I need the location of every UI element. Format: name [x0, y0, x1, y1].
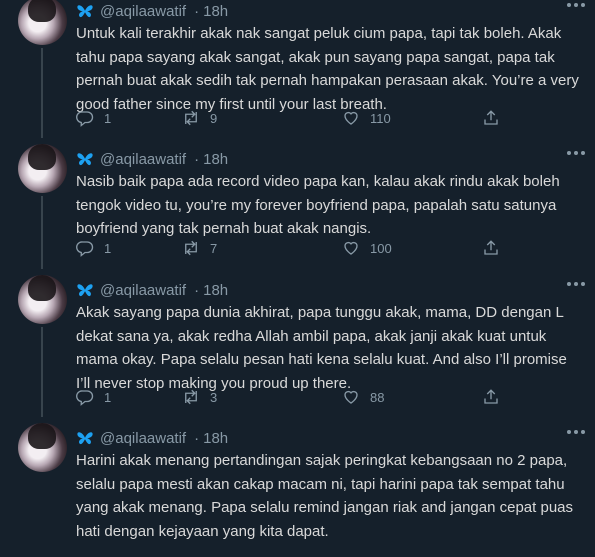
retweet-count: 3 — [210, 389, 218, 405]
thread-line — [41, 327, 43, 417]
reply-button[interactable]: 1 — [76, 239, 111, 257]
reply-icon — [76, 241, 94, 257]
separator: · — [194, 281, 200, 299]
retweet-button[interactable]: 7 — [182, 239, 217, 257]
separator: · — [194, 2, 200, 20]
tweet-time[interactable]: 18h — [203, 430, 228, 447]
retweet-icon — [185, 110, 197, 126]
avatar[interactable] — [18, 0, 67, 45]
tweet-time[interactable]: 18h — [203, 151, 228, 168]
like-count: 88 — [370, 389, 385, 405]
tweet-handle[interactable]: @aqilaawatif — [100, 430, 186, 447]
reply-count: 1 — [104, 110, 112, 126]
reply-icon — [76, 111, 94, 127]
tweet-handle[interactable]: @aqilaawatif — [100, 151, 186, 168]
share-icon — [484, 110, 498, 125]
share-button[interactable] — [482, 388, 500, 406]
reply-count: 1 — [104, 240, 112, 256]
tweet-header: @aqilaawatif · 18h — [76, 427, 228, 449]
heart-icon — [344, 111, 358, 125]
tweet-text: Nasib baik papa ada record video papa ka… — [76, 173, 560, 237]
retweet-count: 7 — [210, 240, 218, 256]
tweet-text: Untuk kali terakhir akak nak sangat pelu… — [76, 25, 579, 113]
reply-button[interactable]: 1 — [76, 388, 111, 406]
tweet-handle[interactable]: @aqilaawatif — [100, 3, 186, 20]
tweet-handle[interactable]: @aqilaawatif — [100, 282, 186, 299]
avatar[interactable] — [18, 423, 67, 472]
more-icon[interactable] — [567, 429, 585, 435]
tweet-header: @aqilaawatif · 18h — [76, 279, 228, 301]
share-button[interactable] — [482, 239, 500, 257]
heart-icon — [344, 390, 358, 404]
retweet-icon — [185, 240, 197, 256]
thread-line — [41, 196, 43, 269]
butterfly-icon — [77, 4, 93, 17]
tweet-text: Harini akak menang pertandingan sajak pe… — [76, 452, 574, 540]
tweet-header: @aqilaawatif · 18h — [76, 148, 228, 170]
avatar[interactable] — [18, 275, 67, 324]
tweet-header: @aqilaawatif · 18h — [76, 0, 228, 22]
retweet-count: 9 — [210, 110, 218, 126]
tweet[interactable]: @aqilaawatif · 18h Untuk kali terakhir a… — [0, 0, 595, 138]
butterfly-icon — [77, 431, 93, 444]
reply-count: 1 — [104, 389, 112, 405]
tweet-time[interactable]: 18h — [203, 282, 228, 299]
tweet[interactable]: @aqilaawatif · 18h Harini akak menang pe… — [0, 417, 595, 557]
retweet-icon — [185, 389, 197, 405]
avatar[interactable] — [18, 144, 67, 193]
share-button[interactable] — [482, 109, 500, 127]
more-icon[interactable] — [567, 2, 585, 8]
like-count: 100 — [370, 240, 392, 256]
separator: · — [194, 150, 200, 168]
tweet-thread: @aqilaawatif · 18h Untuk kali terakhir a… — [0, 0, 595, 540]
butterfly-icon — [77, 152, 93, 165]
tweet-actions: 1 7 100 — [76, 238, 516, 258]
more-icon[interactable] — [567, 150, 585, 156]
retweet-button[interactable]: 9 — [182, 109, 217, 127]
like-count: 110 — [370, 110, 391, 126]
reply-icon — [76, 390, 94, 406]
tweet-actions: 1 9 110 — [76, 108, 516, 128]
like-button[interactable]: 110 — [342, 109, 391, 127]
tweet-actions: 1 3 88 — [76, 387, 516, 407]
reply-button[interactable]: 1 — [76, 109, 111, 127]
retweet-button[interactable]: 3 — [182, 388, 217, 406]
butterfly-icon — [77, 283, 93, 296]
like-button[interactable]: 88 — [342, 388, 384, 406]
share-icon — [484, 389, 498, 404]
share-icon — [484, 240, 498, 255]
more-icon[interactable] — [567, 281, 585, 287]
tweet-time[interactable]: 18h — [203, 3, 228, 20]
tweet[interactable]: @aqilaawatif · 18h Nasib baik papa ada r… — [0, 138, 595, 269]
tweet[interactable]: @aqilaawatif · 18h Akak sayang papa duni… — [0, 269, 595, 417]
tweet-text: Akak sayang papa dunia akhirat, papa tun… — [76, 304, 567, 392]
heart-icon — [344, 241, 358, 255]
separator: · — [194, 429, 200, 447]
like-button[interactable]: 100 — [342, 239, 392, 257]
thread-line — [41, 48, 43, 138]
